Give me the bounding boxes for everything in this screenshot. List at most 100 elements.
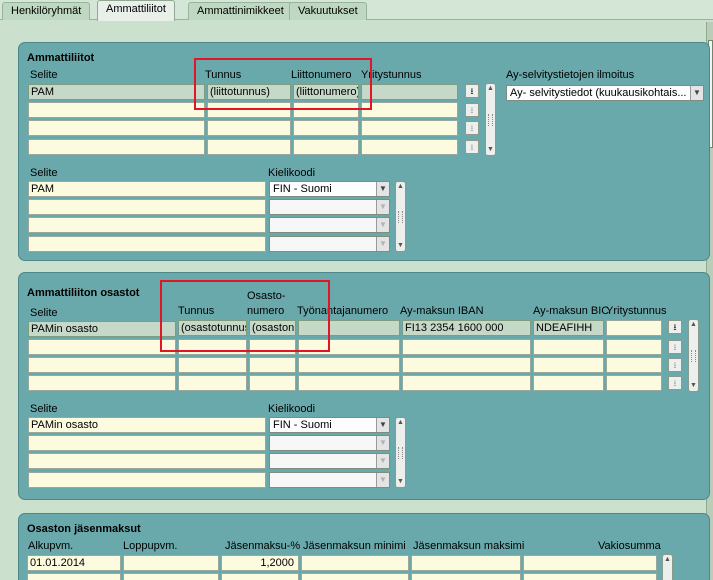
arrow-up-icon[interactable]: ▲ [486,84,495,94]
chevron-down-icon[interactable]: ▼ [376,418,389,432]
branch-row-2-tunnus[interactable] [178,339,247,355]
fee-row-1-vakiosumma[interactable] [523,555,657,571]
branches-list-scrollbar[interactable]: ▲ ▼ [688,319,699,392]
arrow-up-icon[interactable]: ▲ [663,555,672,565]
arrow-up-icon[interactable]: ▲ [396,418,405,428]
download-arrow-icon[interactable]: ⭳ [465,103,479,117]
report-select[interactable]: Ay- selvitystiedot (kuukausikohtais... ▼ [506,85,704,101]
union-lang-row-2-selite[interactable] [28,199,266,215]
branch-row-1-tunnus[interactable]: (osastotunnus) [178,320,247,336]
union-row-2-liittonumero[interactable] [293,102,359,118]
branch-row-4-tunnus[interactable] [178,375,247,391]
branch-row-2-tyonantajanumero[interactable] [298,339,400,355]
fee-row-2-minimi[interactable] [301,573,409,580]
arrow-up-icon[interactable]: ▲ [689,320,698,330]
chevron-down-icon[interactable]: ▼ [376,200,389,214]
union-lang-row-3-selite[interactable] [28,217,266,233]
unions-lang-scrollbar[interactable]: ▲ ▼ [395,181,406,252]
union-row-3-tunnus[interactable] [207,120,291,136]
download-arrow-icon[interactable]: ⭳ [465,84,479,98]
tab-ammattiliitot[interactable]: Ammattiliitot [97,0,175,21]
union-row-1-selite[interactable]: PAM [28,84,205,100]
fee-row-1-loppupvm[interactable] [123,555,219,571]
download-arrow-icon[interactable]: ⭳ [668,376,682,390]
union-lang-row-2-kielikoodi[interactable]: ▼ [269,199,390,215]
branch-row-2-iban[interactable] [402,339,531,355]
branches-lang-scrollbar[interactable]: ▲ ▼ [395,417,406,488]
union-row-4-selite[interactable] [28,139,205,155]
union-lang-row-1-selite[interactable]: PAM [28,181,266,197]
chevron-down-icon[interactable]: ▼ [376,473,389,487]
arrow-down-icon[interactable]: ▼ [486,145,495,155]
arrow-down-icon[interactable]: ▼ [396,241,405,251]
branch-row-4-iban[interactable] [402,375,531,391]
branch-row-3-yritystunnus[interactable] [606,357,662,373]
fee-row-2-alkupvm[interactable] [27,573,121,580]
union-row-2-yritystunnus[interactable] [361,102,458,118]
union-row-4-yritystunnus[interactable] [361,139,458,155]
branch-lang-row-3-kielikoodi[interactable]: ▼ [269,453,390,469]
branch-lang-row-1-selite[interactable]: PAMin osasto [28,417,266,433]
branch-row-4-osastonumero[interactable] [249,375,296,391]
tab-henkiloryhmat[interactable]: Henkilöryhmät [2,2,91,20]
branch-row-3-osastonumero[interactable] [249,357,296,373]
branch-row-1-bic[interactable]: NDEAFIHH [533,320,604,336]
chevron-down-icon[interactable]: ▼ [376,237,389,251]
fee-row-2-maksimi[interactable] [411,573,521,580]
union-row-3-yritystunnus[interactable] [361,120,458,136]
branch-row-1-yritystunnus[interactable] [606,320,662,336]
download-arrow-icon[interactable]: ⭳ [668,358,682,372]
branch-row-3-tyonantajanumero[interactable] [298,357,400,373]
union-row-1-liittonumero[interactable]: (liittonumero) [293,84,359,100]
union-lang-row-4-kielikoodi[interactable]: ▼ [269,236,390,252]
union-row-4-liittonumero[interactable] [293,139,359,155]
branch-row-4-tyonantajanumero[interactable] [298,375,400,391]
download-arrow-icon[interactable]: ⭳ [465,121,479,135]
fee-row-2-loppupvm[interactable] [123,573,219,580]
download-arrow-icon[interactable]: ⭳ [465,140,479,154]
branch-row-3-selite[interactable] [28,357,176,373]
union-row-1-tunnus[interactable]: (liittotunnus) [207,84,291,100]
download-arrow-icon[interactable]: ⭳ [668,340,682,354]
branch-row-1-iban[interactable]: FI13 2354 1600 000 [402,320,531,336]
scroll-grip[interactable] [398,446,403,459]
tab-ammattinimikkeet[interactable]: Ammattinimikkeet [188,2,293,20]
branch-row-2-yritystunnus[interactable] [606,339,662,355]
union-lang-row-4-selite[interactable] [28,236,266,252]
branch-row-4-bic[interactable] [533,375,604,391]
fee-row-1-jasenmaksu[interactable]: 1,2000 [221,555,299,571]
arrow-down-icon[interactable]: ▼ [396,477,405,487]
chevron-down-icon[interactable]: ▼ [376,182,389,196]
arrow-down-icon[interactable]: ▼ [689,381,698,391]
scroll-grip[interactable] [398,210,403,223]
download-arrow-icon[interactable]: ⭳ [668,320,682,334]
branch-row-2-bic[interactable] [533,339,604,355]
union-row-3-liittonumero[interactable] [293,120,359,136]
branch-row-1-tyonantajanumero[interactable] [298,320,400,336]
chevron-down-icon[interactable]: ▼ [376,436,389,450]
tab-vakuutukset[interactable]: Vakuutukset [289,2,367,20]
union-row-1-yritystunnus[interactable] [361,84,458,100]
fee-row-1-minimi[interactable] [301,555,409,571]
branch-row-2-selite[interactable] [28,339,176,355]
union-lang-row-1-kielikoodi[interactable]: FIN - Suomi ▼ [269,181,390,197]
branch-lang-row-2-kielikoodi[interactable]: ▼ [269,435,390,451]
fees-list-scrollbar[interactable]: ▲ [662,554,673,580]
branch-row-3-bic[interactable] [533,357,604,373]
branch-row-4-yritystunnus[interactable] [606,375,662,391]
branch-row-3-tunnus[interactable] [178,357,247,373]
fee-row-2-jasenmaksu[interactable] [221,573,299,580]
branch-row-2-osastonumero[interactable] [249,339,296,355]
scroll-grip[interactable] [691,349,696,362]
unions-list-scrollbar[interactable]: ▲ ▼ [485,83,496,156]
arrow-up-icon[interactable]: ▲ [396,182,405,192]
branch-row-4-selite[interactable] [28,375,176,391]
chevron-down-icon[interactable]: ▼ [690,86,703,100]
union-row-4-tunnus[interactable] [207,139,291,155]
union-row-2-tunnus[interactable] [207,102,291,118]
union-lang-row-3-kielikoodi[interactable]: ▼ [269,217,390,233]
fee-row-1-alkupvm[interactable]: 01.01.2014 [27,555,121,571]
branch-lang-row-2-selite[interactable] [28,435,266,451]
branch-row-1-selite[interactable]: PAMin osasto [28,321,176,337]
branch-row-1-osastonumero[interactable]: (osastonro) [249,320,296,336]
